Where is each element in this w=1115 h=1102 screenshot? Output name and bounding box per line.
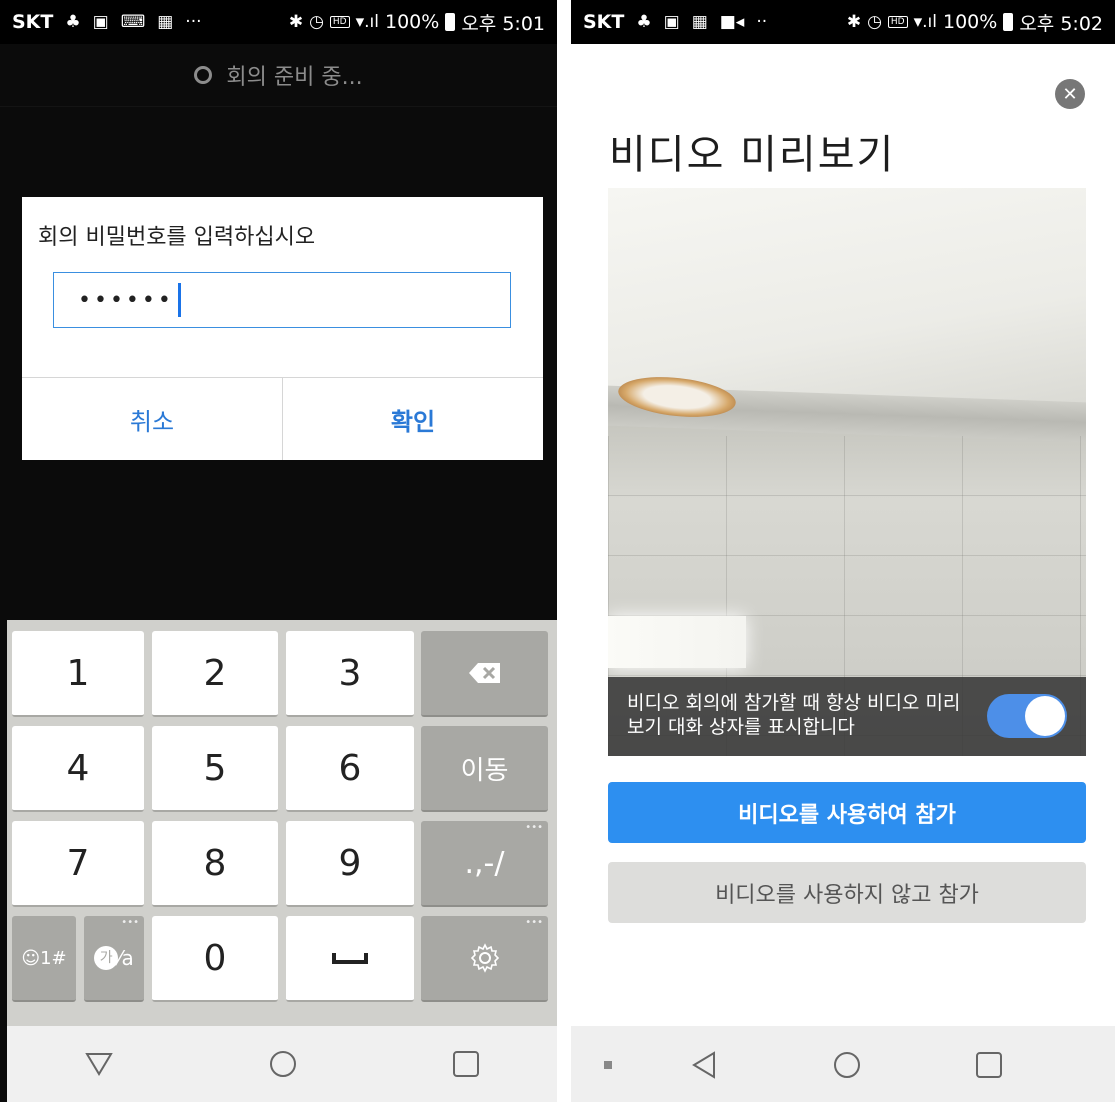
key-0[interactable]: 0	[152, 916, 278, 1002]
back-nav-icon[interactable]	[691, 1050, 717, 1080]
punctuation-key[interactable]: ••• .,-/	[421, 821, 548, 907]
join-without-video-button[interactable]: 비디오를 사용하지 않고 참가	[608, 862, 1086, 923]
password-value: ••••••	[78, 287, 174, 313]
android-nav-bar	[7, 1026, 557, 1102]
join-with-video-button[interactable]: 비디오를 사용하여 참가	[608, 782, 1086, 843]
recents-nav-icon[interactable]	[975, 1051, 1003, 1079]
more-dots-icon: •••	[525, 822, 543, 833]
key-4[interactable]: 4	[12, 726, 144, 812]
window-glare-image	[608, 616, 746, 668]
loading-spinner-icon	[194, 66, 213, 84]
alarm-icon: ◷	[867, 12, 882, 32]
recents-nav-icon[interactable]	[452, 1050, 480, 1078]
hd-voice-icon: HD	[887, 16, 908, 28]
gear-icon	[470, 943, 499, 973]
page-title: 비디오 미리보기	[609, 132, 896, 178]
more-dots-icon: •••	[525, 917, 543, 928]
preview-option-bar: 비디오 회의에 참가할 때 항상 비디오 미리보기 대화 상자를 표시합니다	[608, 677, 1086, 756]
numeric-keyboard: 1 2 3 4 5 6 이동 7 8 9 ••• .,-/ ☺1# ••• 가 …	[7, 620, 557, 1026]
key-2[interactable]: 2	[152, 631, 278, 717]
key-5[interactable]: 5	[152, 726, 278, 812]
password-screen: SKT ♣ ▣ ⌨ ▦ ··· ✱ ◷ HD ▾.ıl 100% 오후 5:01…	[0, 0, 557, 1102]
emoji-symbol-key[interactable]: ☺1#	[12, 916, 76, 1002]
toggle-knob	[1025, 696, 1065, 736]
dialog-title: 회의 비밀번호를 입력하십시오	[38, 225, 316, 250]
backspace-icon	[468, 663, 500, 683]
android-nav-bar	[571, 1026, 1115, 1102]
always-show-preview-toggle[interactable]	[987, 694, 1067, 738]
battery-icon	[1003, 13, 1014, 31]
space-bar-icon	[332, 953, 368, 964]
english-lang-label: ⁄a	[118, 946, 134, 970]
ok-button[interactable]: 확인	[283, 378, 543, 460]
key-9[interactable]: 9	[286, 821, 414, 907]
key-6[interactable]: 6	[286, 726, 414, 812]
clock: 오후 5:02	[1019, 12, 1103, 35]
backspace-key[interactable]	[421, 631, 548, 717]
alarm-icon: ◷	[309, 12, 324, 32]
meeting-status-text: 회의 준비 중...	[226, 65, 363, 90]
battery-percent: 100%	[943, 11, 998, 33]
sim-icon: ▣	[92, 12, 109, 32]
notification-icon: ♣	[65, 12, 81, 32]
punctuation-label: .,-/	[464, 845, 505, 881]
space-key[interactable]	[286, 916, 414, 1002]
meeting-status-bar: 회의 준비 중...	[0, 44, 557, 107]
key-1[interactable]: 1	[12, 631, 144, 717]
more-icon: ···	[185, 12, 202, 32]
image-icon: ▦	[691, 12, 708, 32]
settings-key[interactable]: •••	[421, 916, 548, 1002]
status-bar: SKT ♣ ▣ ▦ ■◂ ·· ✱ ◷ HD ▾.ıl 100% 오후 5:02	[571, 0, 1115, 44]
sim-icon: ▣	[663, 12, 680, 32]
language-switch-key[interactable]: ••• 가 ⁄a	[84, 916, 144, 1002]
bluetooth-icon: ✱	[288, 12, 304, 32]
password-dialog: 회의 비밀번호를 입력하십시오 •••••• 취소 확인	[22, 197, 543, 460]
carrier-label: SKT	[12, 11, 54, 33]
back-nav-icon[interactable]	[84, 1051, 114, 1077]
korean-lang-icon: 가	[94, 946, 119, 970]
key-3[interactable]: 3	[286, 631, 414, 717]
close-icon: ✕	[1062, 83, 1078, 105]
password-input[interactable]: ••••••	[53, 272, 511, 328]
always-show-preview-label: 비디오 회의에 참가할 때 항상 비디오 미리보기 대화 상자를 표시합니다	[627, 692, 961, 738]
home-nav-icon[interactable]	[269, 1050, 297, 1078]
close-button[interactable]: ✕	[1055, 79, 1085, 109]
battery-icon	[445, 13, 456, 31]
signal-icon: ▾.ıl	[355, 12, 379, 32]
key-8[interactable]: 8	[152, 821, 278, 907]
cancel-button[interactable]: 취소	[22, 378, 282, 460]
move-key[interactable]: 이동	[421, 726, 548, 812]
battery-percent: 100%	[385, 11, 440, 33]
text-caret	[177, 283, 181, 317]
key-7[interactable]: 7	[12, 821, 144, 907]
notification-icon: ♣	[636, 12, 652, 32]
status-bar: SKT ♣ ▣ ⌨ ▦ ··· ✱ ◷ HD ▾.ıl 100% 오후 5:01	[0, 0, 557, 44]
dot-indicator-icon	[604, 1061, 612, 1069]
hd-voice-icon: HD	[329, 16, 350, 28]
image-icon: ▦	[157, 12, 174, 32]
more-icon: ··	[756, 12, 768, 32]
keyboard-icon: ⌨	[120, 12, 146, 32]
bluetooth-icon: ✱	[846, 12, 862, 32]
carrier-label: SKT	[583, 11, 625, 33]
clock: 오후 5:01	[461, 12, 545, 35]
video-icon: ■◂	[719, 12, 745, 32]
home-nav-icon[interactable]	[833, 1051, 861, 1079]
more-dots-icon: •••	[121, 917, 139, 928]
camera-preview: 비디오 회의에 참가할 때 항상 비디오 미리보기 대화 상자를 표시합니다	[608, 188, 1086, 756]
video-preview-screen: SKT ♣ ▣ ▦ ■◂ ·· ✱ ◷ HD ▾.ıl 100% 오후 5:02…	[571, 0, 1115, 1102]
signal-icon: ▾.ıl	[913, 12, 937, 32]
